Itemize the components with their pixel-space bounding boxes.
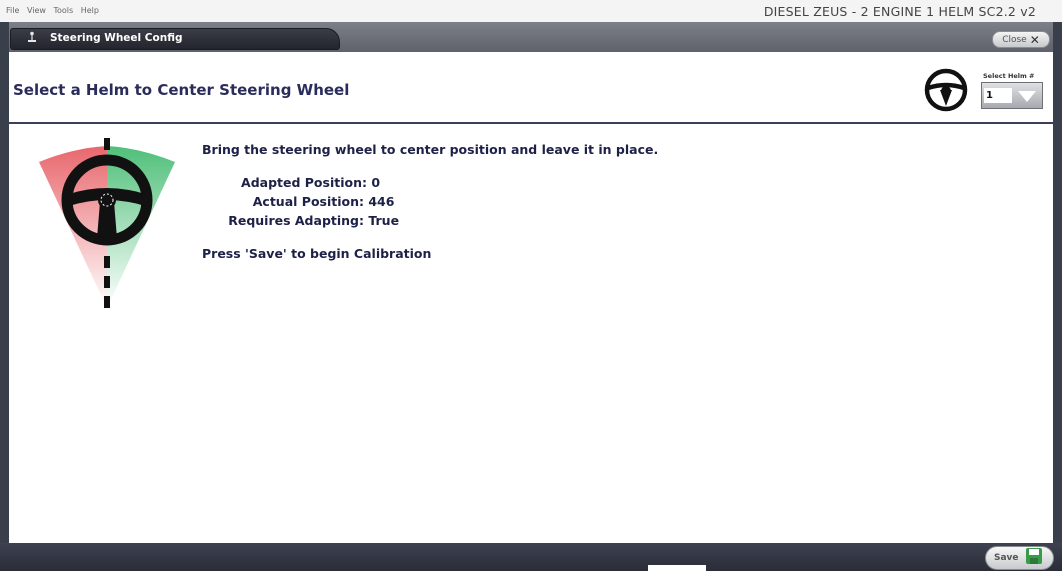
app-title: DIESEL ZEUS - 2 ENGINE 1 HELM SC2.2 v2 — [763, 4, 1036, 19]
steering-wheel-icon — [922, 66, 970, 114]
close-button-label: Close — [1002, 34, 1027, 45]
steering-center-graphic — [37, 138, 177, 316]
menu-file[interactable]: File — [6, 6, 19, 15]
info-label: Actual Position: — [252, 194, 364, 209]
helm-select-value: 1 — [984, 88, 1012, 103]
window-tab: Steering Wheel Config — [10, 28, 340, 50]
info-value: 446 — [368, 194, 395, 209]
info-value: 0 — [371, 175, 381, 190]
save-button-label: Save — [994, 553, 1019, 563]
press-save-text: Press 'Save' to begin Calibration — [202, 246, 432, 261]
helm-select-label: Select Helm # — [983, 72, 1035, 80]
menu-help[interactable]: Help — [81, 6, 99, 15]
info-requires-adapting: Requires Adapting: True — [202, 213, 399, 228]
footer-bar — [0, 543, 1062, 571]
instruction-text: Bring the steering wheel to center posit… — [202, 142, 659, 157]
helm-select[interactable]: 1 — [981, 82, 1043, 109]
window-tab-label: Steering Wheel Config — [50, 32, 183, 44]
menu-tools[interactable]: Tools — [53, 6, 73, 15]
info-label: Requires Adapting: — [228, 213, 364, 228]
joystick-icon — [26, 31, 38, 46]
close-button[interactable]: Close ✕ — [992, 31, 1050, 48]
header-divider — [9, 122, 1053, 124]
floppy-disk-icon — [1025, 547, 1043, 569]
window-frame-left — [0, 22, 9, 571]
menu-view[interactable]: View — [27, 6, 46, 15]
info-label: Adapted Position: — [241, 175, 367, 190]
menu-list: File View Tools Help — [6, 6, 104, 15]
window-frame-right — [1053, 22, 1062, 571]
chevron-down-icon — [1018, 91, 1036, 102]
info-value: True — [368, 213, 400, 228]
info-adapted-position: Adapted Position: 0 — [202, 175, 380, 190]
content-panel: Select a Helm to Center Steering Wheel S… — [9, 52, 1053, 543]
save-button[interactable]: Save — [985, 546, 1054, 570]
steering-wheel-graphic — [61, 154, 153, 246]
page-title: Select a Helm to Center Steering Wheel — [13, 81, 350, 99]
menu-bar: File View Tools Help DIESEL ZEUS - 2 ENG… — [0, 0, 1062, 22]
info-actual-position: Actual Position: 446 — [202, 194, 395, 209]
footer-tab — [648, 565, 706, 571]
close-icon: ✕ — [1029, 32, 1040, 47]
